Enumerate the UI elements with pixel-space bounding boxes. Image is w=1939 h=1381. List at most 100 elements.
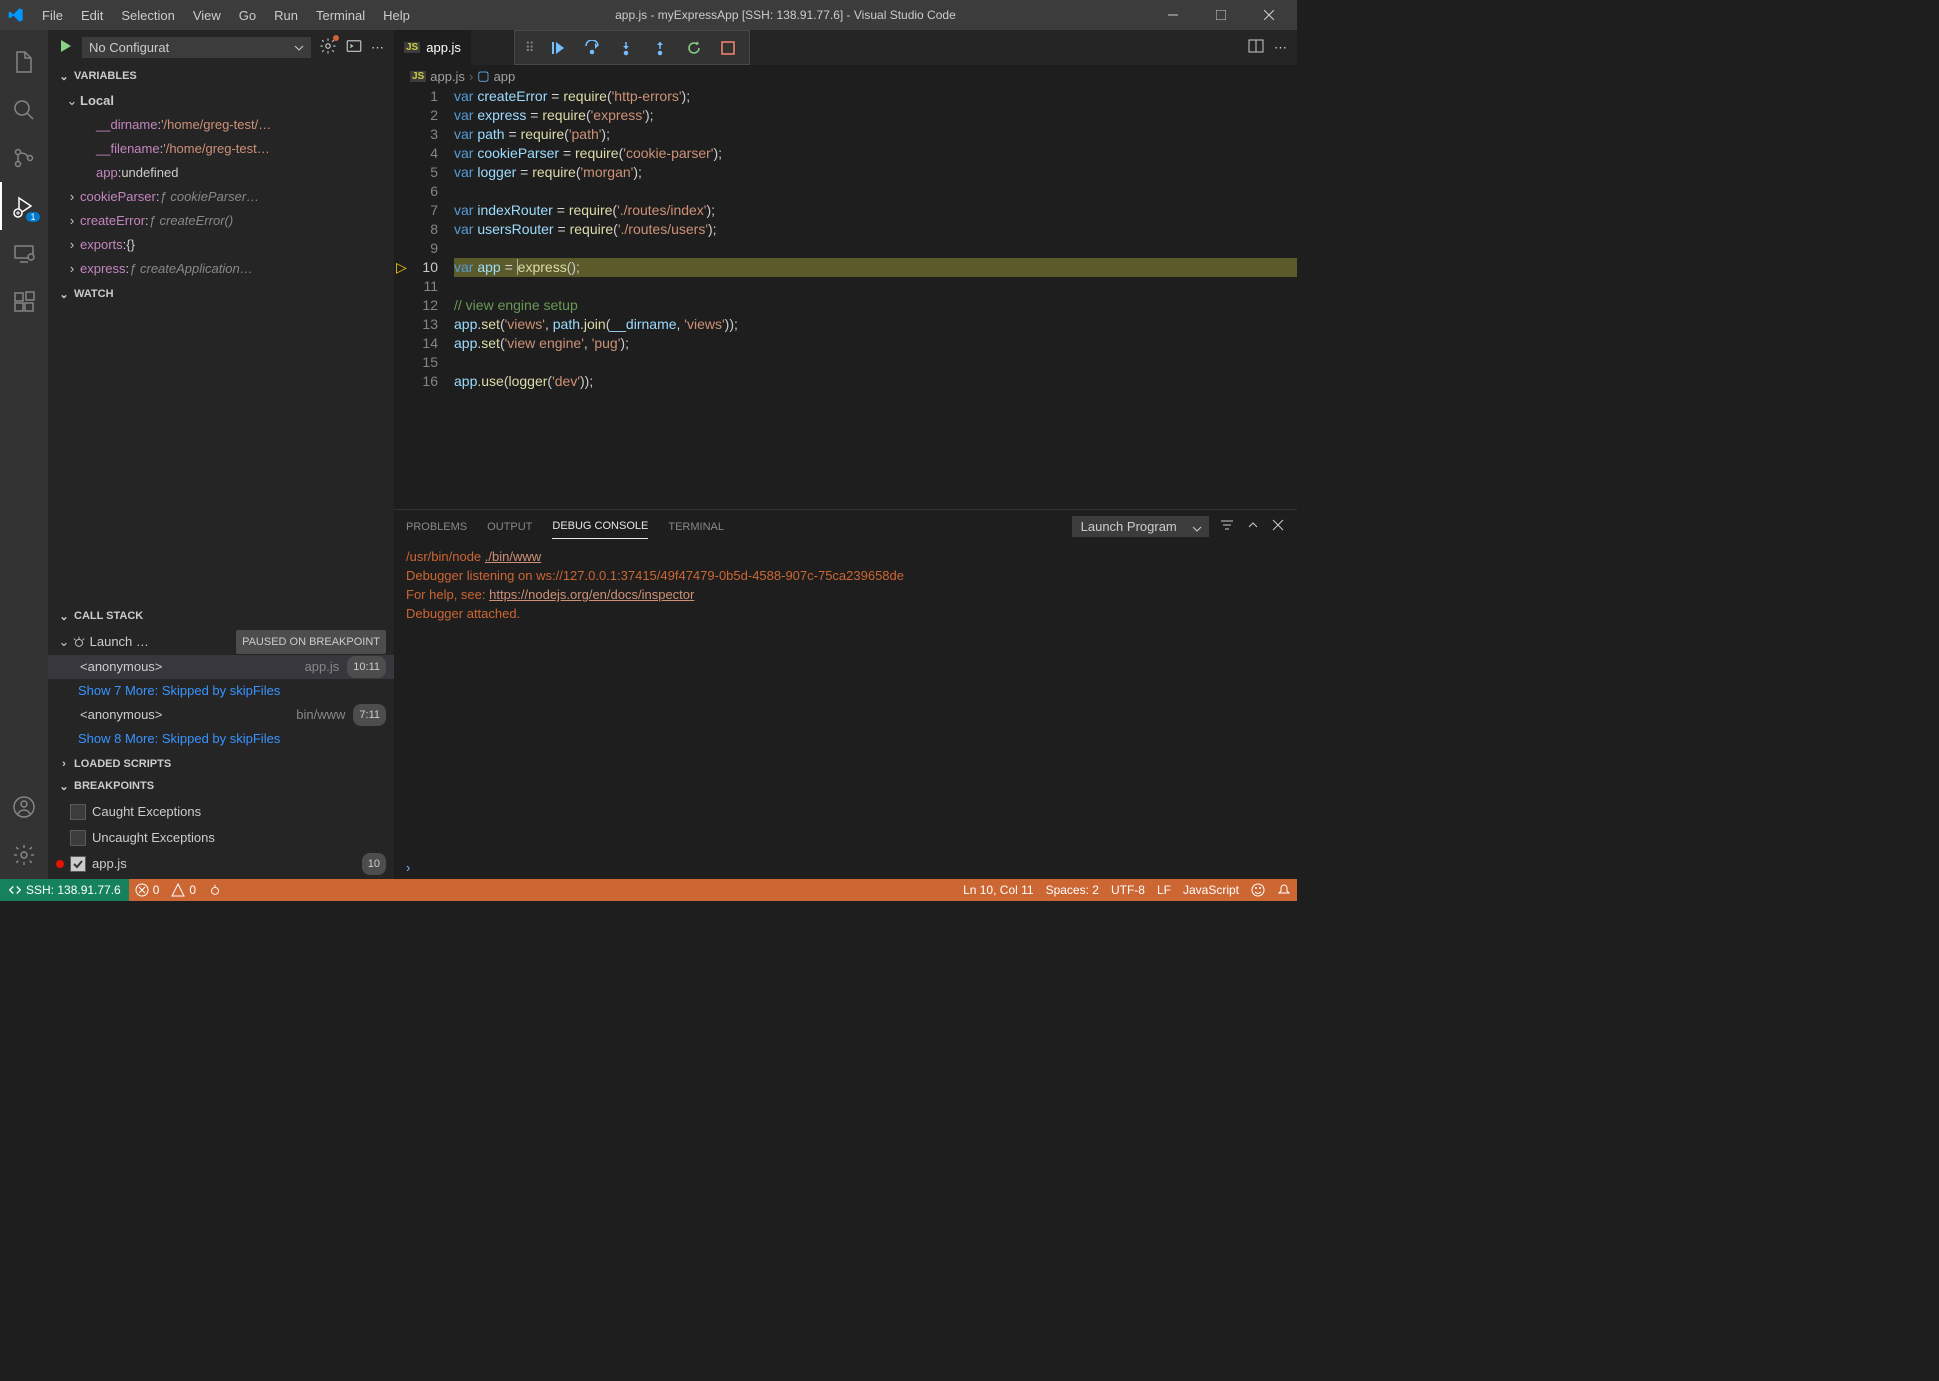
encoding[interactable]: UTF-8 xyxy=(1105,883,1151,897)
loaded-scripts-section: ›LOADED SCRIPTS xyxy=(48,753,394,775)
variable-item[interactable]: __filename: '/home/greg-test… xyxy=(48,137,394,161)
variable-item[interactable]: app: undefined xyxy=(48,161,394,185)
chevron-down-icon: ⌄ xyxy=(56,68,72,84)
stack-frame[interactable]: <anonymous>bin/www7:11 xyxy=(48,703,394,727)
errors-indicator[interactable]: 0 xyxy=(129,883,166,897)
menubar: FileEditSelectionViewGoRunTerminalHelp xyxy=(34,4,418,27)
checkbox[interactable] xyxy=(70,856,86,872)
symbol-icon: ▢ xyxy=(477,68,489,84)
close-button[interactable] xyxy=(1249,0,1289,30)
collapse-panel-icon[interactable] xyxy=(1245,517,1261,536)
notifications-icon[interactable] xyxy=(1271,883,1297,897)
debug-console-toggle-icon[interactable] xyxy=(345,37,363,58)
search-icon[interactable] xyxy=(0,86,48,134)
debug-session[interactable]: ⌄ Launch …PAUSED ON BREAKPOINT xyxy=(48,629,394,655)
panel-tab-debug-console[interactable]: DEBUG CONSOLE xyxy=(552,514,648,539)
feedback-icon[interactable] xyxy=(1245,883,1271,897)
cursor-position[interactable]: Ln 10, Col 11 xyxy=(957,883,1040,897)
variable-item[interactable]: __dirname: '/home/greg-test/… xyxy=(48,113,394,137)
chevron-right-icon: › xyxy=(64,213,80,229)
menu-go[interactable]: Go xyxy=(231,4,264,27)
warnings-indicator[interactable]: 0 xyxy=(165,883,202,897)
panel-tab-problems[interactable]: PROBLEMS xyxy=(406,515,467,539)
editor-more-icon[interactable]: ⋯ xyxy=(1274,40,1287,56)
skipfiles-link[interactable]: Show 8 More: Skipped by skipFiles xyxy=(48,727,394,751)
window-controls xyxy=(1153,0,1289,30)
more-icon[interactable]: ⋯ xyxy=(371,40,384,56)
titlebar: FileEditSelectionViewGoRunTerminalHelp a… xyxy=(0,0,1297,30)
variable-item[interactable]: ›express: ƒ createApplication… xyxy=(48,257,394,281)
close-panel-icon[interactable] xyxy=(1271,518,1285,535)
settings-gear-icon[interactable] xyxy=(0,831,48,879)
variables-scope[interactable]: ⌄Local xyxy=(48,89,394,113)
menu-selection[interactable]: Selection xyxy=(113,4,182,27)
eol[interactable]: LF xyxy=(1151,883,1177,897)
breakpoint-item[interactable]: Caught Exceptions xyxy=(48,799,394,825)
console-link[interactable]: ./bin/www xyxy=(485,549,541,564)
code-editor[interactable]: 123456789▷10111213141516 var createError… xyxy=(394,87,1297,509)
chevron-down-icon: ⌄ xyxy=(56,634,72,650)
drag-handle-icon[interactable]: ⠿ xyxy=(521,40,539,56)
menu-view[interactable]: View xyxy=(185,4,229,27)
indentation[interactable]: Spaces: 2 xyxy=(1040,883,1105,897)
language-mode[interactable]: JavaScript xyxy=(1177,883,1245,897)
breakpoint-item[interactable]: app.js10 xyxy=(48,851,394,877)
debug-status-icon[interactable] xyxy=(202,883,228,897)
skipfiles-link[interactable]: Show 7 More: Skipped by skipFiles xyxy=(48,679,394,703)
debug-session-selector[interactable]: Launch Program xyxy=(1072,516,1209,537)
debug-config-dropdown[interactable]: No Configurat xyxy=(82,37,311,58)
bug-icon xyxy=(72,635,86,649)
step-over-button[interactable] xyxy=(577,34,607,62)
menu-terminal[interactable]: Terminal xyxy=(308,4,373,27)
panel-tab-terminal[interactable]: TERMINAL xyxy=(668,515,724,539)
start-debug-icon[interactable] xyxy=(58,38,74,57)
remote-explorer-icon[interactable] xyxy=(0,230,48,278)
accounts-icon[interactable] xyxy=(0,783,48,831)
step-into-button[interactable] xyxy=(611,34,641,62)
callstack-section: ⌄CALL STACK ⌄ Launch …PAUSED ON BREAKPOI… xyxy=(48,605,394,753)
callstack-header[interactable]: ⌄CALL STACK xyxy=(48,605,394,627)
statusbar: SSH: 138.91.77.6 0 0 Ln 10, Col 11 Space… xyxy=(0,879,1297,901)
variables-header[interactable]: ⌄VARIABLES xyxy=(48,65,394,87)
remote-indicator[interactable]: SSH: 138.91.77.6 xyxy=(0,879,129,901)
explorer-icon[interactable] xyxy=(0,38,48,86)
console-link[interactable]: https://nodejs.org/en/docs/inspector xyxy=(489,587,694,602)
loaded-scripts-header[interactable]: ›LOADED SCRIPTS xyxy=(48,753,394,775)
chevron-down-icon: ⌄ xyxy=(56,778,72,794)
debug-toolbar: ⠿ xyxy=(514,30,750,65)
variable-item[interactable]: ›cookieParser: ƒ cookieParser… xyxy=(48,185,394,209)
tab-app-js[interactable]: JSapp.js xyxy=(394,30,472,65)
extensions-icon[interactable] xyxy=(0,278,48,326)
debug-badge: 1 xyxy=(26,212,40,222)
variables-section: ⌄VARIABLES ⌄Local __dirname: '/home/greg… xyxy=(48,65,394,283)
split-editor-icon[interactable] xyxy=(1248,38,1264,57)
panel-tab-output[interactable]: OUTPUT xyxy=(487,515,532,539)
stop-button[interactable] xyxy=(713,34,743,62)
continue-button[interactable] xyxy=(543,34,573,62)
menu-help[interactable]: Help xyxy=(375,4,418,27)
menu-file[interactable]: File xyxy=(34,4,71,27)
breadcrumb[interactable]: JS app.js › ▢ app xyxy=(394,65,1297,87)
chevron-right-icon: › xyxy=(406,860,410,875)
repl-input[interactable]: › xyxy=(394,856,1297,879)
maximize-button[interactable] xyxy=(1201,0,1241,30)
watch-header[interactable]: ⌄WATCH xyxy=(48,283,394,305)
debug-gear-icon[interactable] xyxy=(319,37,337,58)
restart-button[interactable] xyxy=(679,34,709,62)
menu-edit[interactable]: Edit xyxy=(73,4,111,27)
source-control-icon[interactable] xyxy=(0,134,48,182)
minimize-button[interactable] xyxy=(1153,0,1193,30)
editor-area: ⠿ JSapp.js ⋯ JS app.js › ▢ app 123456789… xyxy=(394,30,1297,879)
run-debug-icon[interactable]: 1 xyxy=(0,182,48,230)
stack-frame[interactable]: <anonymous>app.js10:11 xyxy=(48,655,394,679)
step-out-button[interactable] xyxy=(645,34,675,62)
checkbox[interactable] xyxy=(70,830,86,846)
variable-item[interactable]: ›createError: ƒ createError() xyxy=(48,209,394,233)
filter-icon[interactable] xyxy=(1219,517,1235,536)
breakpoint-item[interactable]: Uncaught Exceptions xyxy=(48,825,394,851)
breakpoints-header[interactable]: ⌄BREAKPOINTS xyxy=(48,775,394,797)
variable-item[interactable]: ›exports: {} xyxy=(48,233,394,257)
checkbox[interactable] xyxy=(70,804,86,820)
menu-run[interactable]: Run xyxy=(266,4,306,27)
chevron-right-icon: › xyxy=(64,261,80,277)
